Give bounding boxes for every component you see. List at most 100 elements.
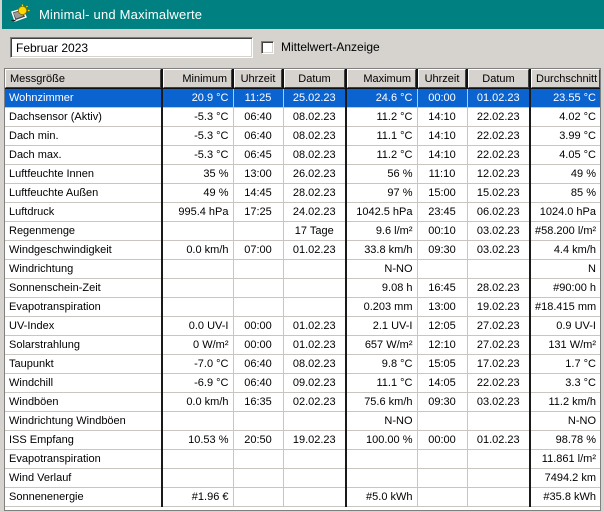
cell: 995.4 hPa	[162, 203, 233, 222]
cell: 01.02.23	[283, 317, 346, 336]
cell: 01.02.23	[467, 431, 530, 450]
table-row[interactable]: Windchill-6.9 °C06:4009.02.2311.1 °C14:0…	[5, 374, 600, 393]
column-header-datum[interactable]: Datum	[467, 69, 530, 89]
mittelwert-checkbox[interactable]	[261, 41, 274, 54]
column-header-uhrzeit[interactable]: Uhrzeit	[233, 69, 283, 89]
cell	[467, 412, 530, 431]
table-row[interactable]: Regenmenge17 Tage9.6 l/m²00:1003.02.23#5…	[5, 222, 600, 241]
table-row[interactable]: Luftfeuchte Außen49 %14:4528.02.2397 %15…	[5, 184, 600, 203]
cell: 11.2 °C	[346, 146, 417, 165]
cell: 17:25	[233, 203, 283, 222]
cell: 28.02.23	[283, 184, 346, 203]
cell	[233, 298, 283, 317]
cell	[283, 488, 346, 507]
column-header-messgr-e[interactable]: Messgröße	[5, 69, 162, 89]
column-header-minimum[interactable]: Minimum	[162, 69, 233, 89]
cell: 0 W/m²	[162, 336, 233, 355]
cell: #90:00 h	[530, 279, 600, 298]
cell: Solarstrahlung	[5, 336, 162, 355]
cell: 22.02.23	[467, 127, 530, 146]
cell: Windrichtung	[5, 260, 162, 279]
cell: Evapotranspiration	[5, 450, 162, 469]
column-header-durchschnitt[interactable]: Durchschnitt	[530, 69, 600, 89]
table-row[interactable]: Wind Verlauf7494.2 km	[5, 469, 600, 488]
table-row[interactable]: Windrichtung N-NO N	[5, 260, 600, 279]
table-row[interactable]: Luftdruck995.4 hPa17:2524.02.231042.5 hP…	[5, 203, 600, 222]
cell: 19.02.23	[467, 298, 530, 317]
cell: 27.02.23	[467, 317, 530, 336]
table-row[interactable]: UV-Index0.0 UV-I00:0001.02.232.1 UV-I12:…	[5, 317, 600, 336]
cell: Evapotranspiration	[5, 298, 162, 317]
cell	[417, 488, 467, 507]
cell	[233, 488, 283, 507]
cell: 06.02.23	[467, 203, 530, 222]
cell: 75.6 km/h	[346, 393, 417, 412]
cell	[346, 469, 417, 488]
minmax-table: MessgrößeMinimumUhrzeitDatumMaximumUhrze…	[5, 69, 600, 507]
cell: 7494.2 km	[530, 469, 600, 488]
cell: Dach max.	[5, 146, 162, 165]
cell: 23.55 °C	[530, 89, 600, 108]
cell: 14:05	[417, 374, 467, 393]
table-row[interactable]: Evapotranspiration11.861 l/m²	[5, 450, 600, 469]
cell: 08.02.23	[283, 127, 346, 146]
cell: Sonnenenergie	[5, 488, 162, 507]
cell: 22.02.23	[467, 374, 530, 393]
cell: 08.02.23	[283, 146, 346, 165]
cell: 0.9 UV-I	[530, 317, 600, 336]
column-header-maximum[interactable]: Maximum	[346, 69, 417, 89]
cell: 11.1 °C	[346, 374, 417, 393]
table-row[interactable]: Windgeschwindigkeit0.0 km/h07:0001.02.23…	[5, 241, 600, 260]
cell: 11.2 km/h	[530, 393, 600, 412]
column-header-datum[interactable]: Datum	[283, 69, 346, 89]
cell: 25.02.23	[283, 89, 346, 108]
cell: 22.02.23	[467, 108, 530, 127]
cell: 13:00	[233, 165, 283, 184]
cell: 12.02.23	[467, 165, 530, 184]
cell: N	[530, 260, 600, 279]
table-row[interactable]: Dach max.-5.3 °C06:4508.02.2311.2 °C14:1…	[5, 146, 600, 165]
cell: 4.4 km/h	[530, 241, 600, 260]
table-row[interactable]: Dachsensor (Aktiv)-5.3 °C06:4008.02.2311…	[5, 108, 600, 127]
table-row[interactable]: Wohnzimmer20.9 °C11:2525.02.2324.6 °C00:…	[5, 89, 600, 108]
window-title: Minimal- und Maximalwerte	[39, 7, 202, 22]
cell: -5.3 °C	[162, 146, 233, 165]
cell: 49 %	[162, 184, 233, 203]
cell: 07:00	[233, 241, 283, 260]
table-row[interactable]: Evapotranspiration0.203 mm13:0019.02.23#…	[5, 298, 600, 317]
cell	[283, 260, 346, 279]
table-row[interactable]: Windrichtung WindböenN-NON-NO	[5, 412, 600, 431]
table-row[interactable]: Sonnenschein-Zeit9.08 h16:4528.02.23#90:…	[5, 279, 600, 298]
cell: 24.6 °C	[346, 89, 417, 108]
cell: 10.53 %	[162, 431, 233, 450]
cell: 01.02.23	[283, 241, 346, 260]
cell: ISS Empfang	[5, 431, 162, 450]
table-row[interactable]: Dach min.-5.3 °C06:4008.02.2311.1 °C14:1…	[5, 127, 600, 146]
table-row[interactable]: Windböen0.0 km/h16:3502.02.2375.6 km/h09…	[5, 393, 600, 412]
table-row[interactable]: Solarstrahlung0 W/m²00:0001.02.23657 W/m…	[5, 336, 600, 355]
cell	[162, 450, 233, 469]
period-input[interactable]	[10, 37, 253, 58]
cell	[417, 260, 467, 279]
cell: 17.02.23	[467, 355, 530, 374]
cell: 06:40	[233, 127, 283, 146]
cell: 14:10	[417, 108, 467, 127]
cell: N-NO	[346, 260, 417, 279]
cell	[233, 412, 283, 431]
table-row[interactable]: ISS Empfang10.53 %20:5019.02.23100.00 %0…	[5, 431, 600, 450]
table-row[interactable]: Sonnenenergie#1.96 €#5.0 kWh#35.8 kWh	[5, 488, 600, 507]
cell: 22.02.23	[467, 146, 530, 165]
cell	[417, 469, 467, 488]
cell: 14:45	[233, 184, 283, 203]
column-header-uhrzeit[interactable]: Uhrzeit	[417, 69, 467, 89]
cell: 01.02.23	[467, 89, 530, 108]
table-row[interactable]: Luftfeuchte Innen35 %13:0026.02.2356 %11…	[5, 165, 600, 184]
cell: 09:30	[417, 241, 467, 260]
cell: 06:40	[233, 355, 283, 374]
cell: 03.02.23	[467, 222, 530, 241]
cell: #5.0 kWh	[346, 488, 417, 507]
cell	[467, 469, 530, 488]
table-row[interactable]: Taupunkt-7.0 °C06:4008.02.239.8 °C15:051…	[5, 355, 600, 374]
cell	[162, 222, 233, 241]
cell: 28.02.23	[467, 279, 530, 298]
